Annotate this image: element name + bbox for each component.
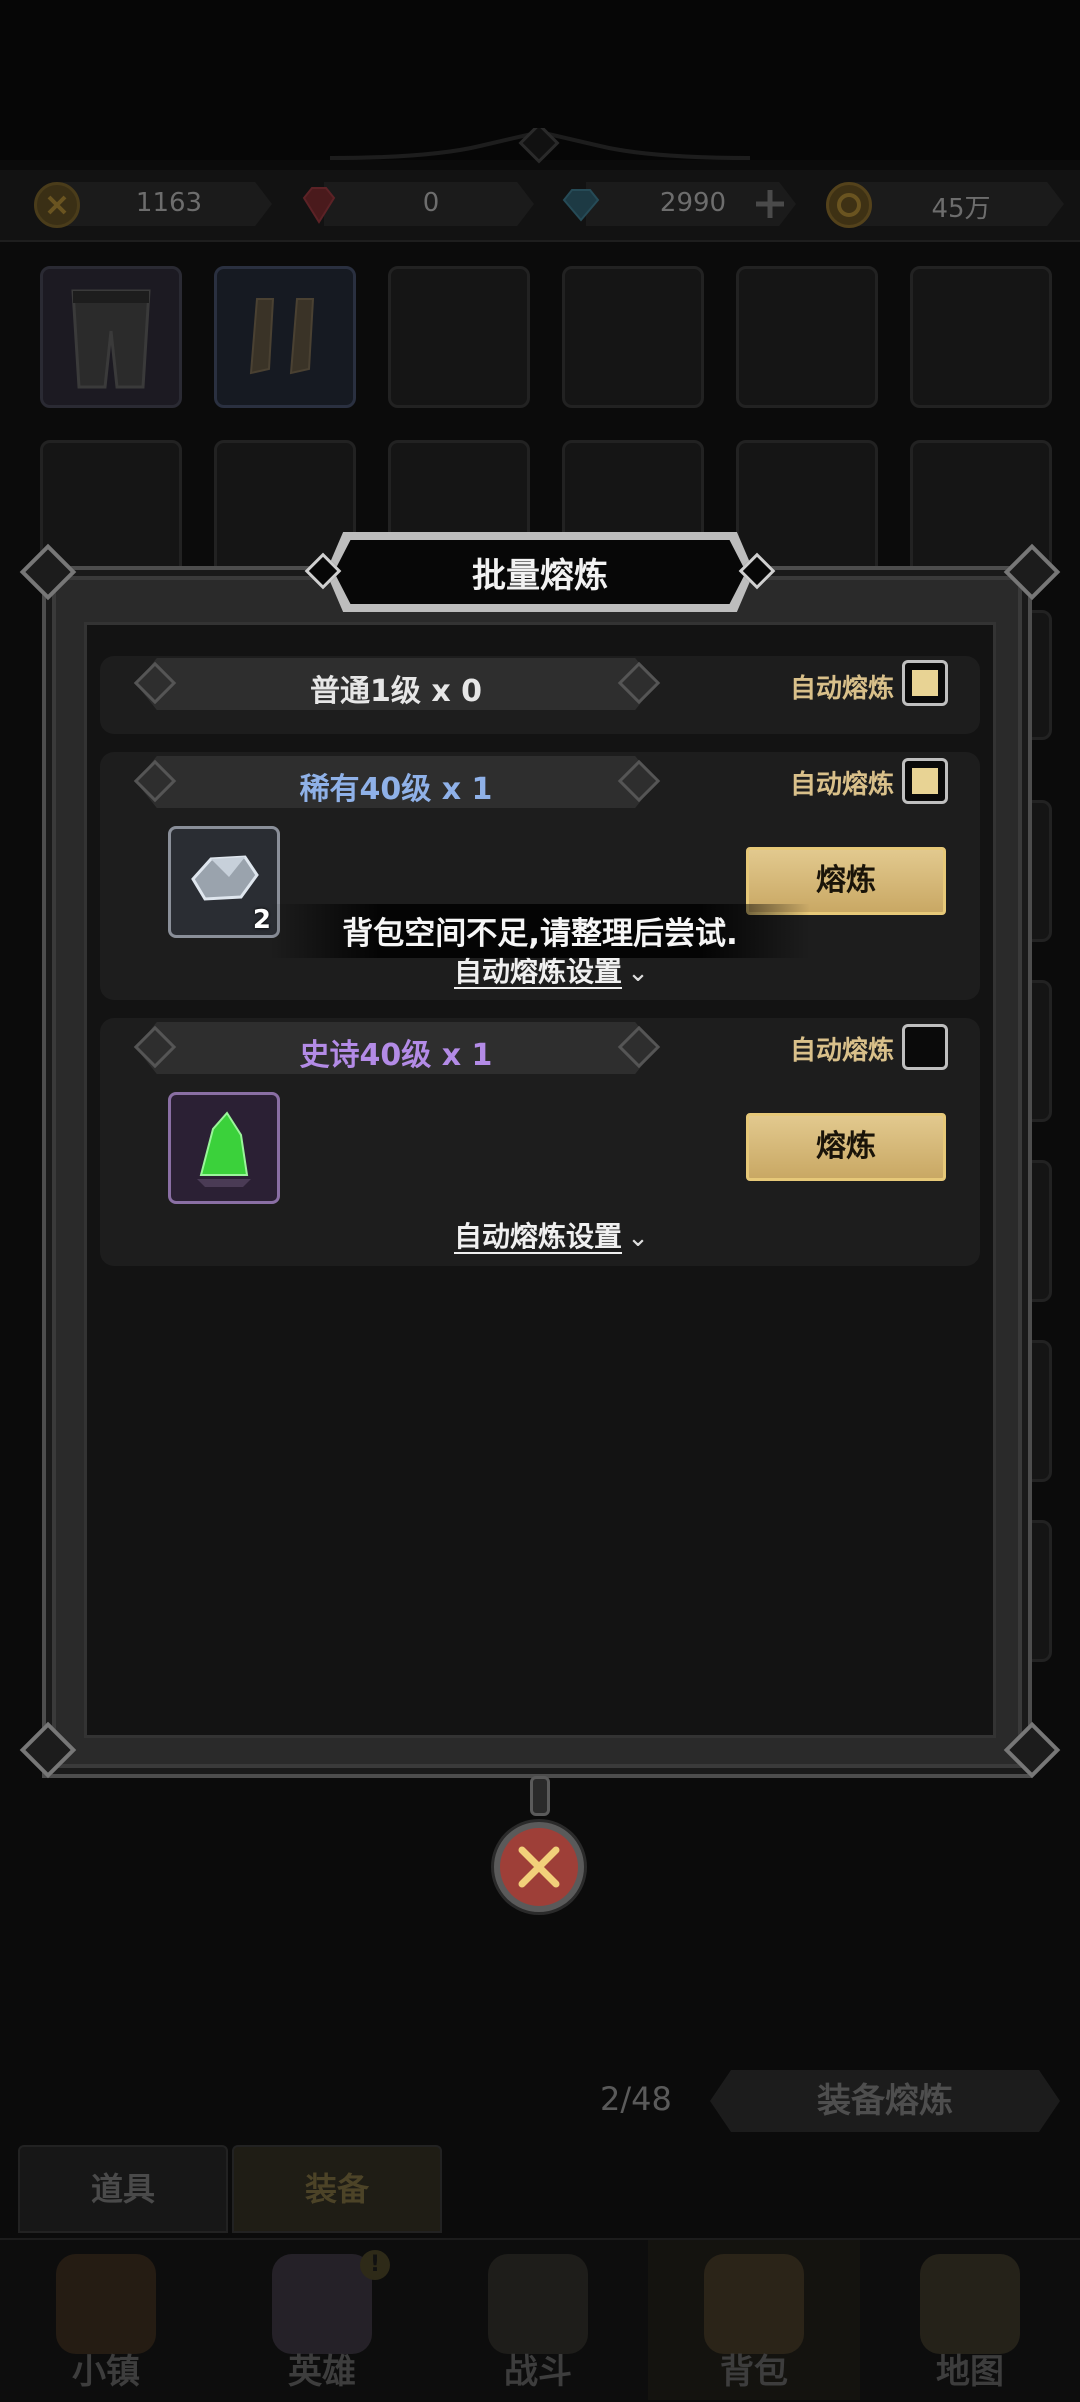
nav-town-label: 小镇 bbox=[72, 2352, 140, 2392]
inventory-slot-pants[interactable] bbox=[40, 266, 182, 408]
equipment-smelt-button[interactable]: 装备熔炼 bbox=[710, 2070, 1060, 2132]
tokens-value: 1163 bbox=[135, 188, 203, 218]
section-epic-banner: 史诗40级 x 1 bbox=[136, 1022, 656, 1074]
green-crystal-icon bbox=[197, 1111, 251, 1187]
section-common-banner: 普通1级 x 0 bbox=[136, 658, 656, 710]
inventory-slot-empty[interactable] bbox=[388, 266, 530, 408]
nav-backpack-label: 背包 bbox=[720, 2352, 788, 2392]
hero-icon bbox=[272, 2254, 372, 2354]
gold-value: 45万 bbox=[931, 194, 991, 224]
nav-battle[interactable]: 战斗 bbox=[432, 2240, 644, 2400]
ribbon-boots-icon bbox=[249, 298, 315, 375]
town-icon bbox=[56, 2254, 156, 2354]
nav-town[interactable]: 小镇 bbox=[0, 2240, 212, 2400]
auto-smelt-settings-label: 自动熔炼设置 bbox=[454, 955, 623, 988]
red-gem-icon bbox=[296, 182, 342, 228]
item-quantity: 2 bbox=[252, 905, 271, 935]
backpack-icon bbox=[704, 2254, 804, 2354]
inventory-slot-empty[interactable] bbox=[562, 266, 704, 408]
header-ornament bbox=[330, 128, 750, 164]
auto-smelt-checkbox-rare[interactable] bbox=[902, 758, 948, 804]
chevron-double-down-icon: ⌄ bbox=[627, 1223, 649, 1253]
auto-smelt-checkbox-common[interactable] bbox=[902, 660, 948, 706]
auto-smelt-label: 自动熔炼 bbox=[790, 770, 895, 800]
chevron-double-down-icon: ⌄ bbox=[627, 958, 649, 988]
auto-smelt-settings-label: 自动熔炼设置 bbox=[454, 1220, 623, 1253]
inventory-tabs: 道具 装备 bbox=[0, 2145, 1080, 2235]
auto-smelt-label: 自动熔炼 bbox=[790, 1036, 895, 1066]
map-scroll-icon bbox=[920, 2254, 1020, 2354]
nav-map-label: 地图 bbox=[936, 2352, 1004, 2392]
tab-items[interactable]: 道具 bbox=[18, 2145, 228, 2233]
red-gem-value: 0 bbox=[422, 188, 440, 218]
rare-ore-item[interactable]: 2 bbox=[168, 826, 280, 938]
section-rare-title: 稀有40级 x 1 bbox=[299, 772, 493, 807]
blue-diamond-icon bbox=[558, 182, 604, 228]
inventory-slot-boots[interactable] bbox=[214, 266, 356, 408]
close-button[interactable] bbox=[494, 1822, 584, 1912]
section-rare-banner: 稀有40级 x 1 bbox=[136, 756, 656, 808]
resource-tokens: 1163 bbox=[34, 182, 272, 228]
epic-crystal-item[interactable] bbox=[168, 1092, 280, 1204]
close-icon bbox=[518, 1846, 560, 1888]
inventory-slot-empty[interactable] bbox=[736, 266, 878, 408]
tab-equipment[interactable]: 装备 bbox=[232, 2145, 442, 2233]
nav-battle-label: 战斗 bbox=[504, 2352, 572, 2392]
nav-hero-label: 英雄 bbox=[288, 2352, 356, 2392]
nav-map[interactable]: 地图 bbox=[864, 2240, 1076, 2400]
hero-alert-badge: ! bbox=[360, 2250, 390, 2280]
add-diamond-icon[interactable] bbox=[752, 186, 788, 222]
auto-smelt-label: 自动熔炼 bbox=[790, 674, 895, 704]
equipment-smelt-label: 装备熔炼 bbox=[817, 2081, 953, 2121]
auto-smelt-checkbox-epic[interactable] bbox=[902, 1024, 948, 1070]
toast-message: 背包空间不足,请整理后尝试. bbox=[342, 916, 738, 952]
close-chain bbox=[530, 1776, 550, 1816]
gold-coin-icon bbox=[826, 182, 872, 228]
diamond-value: 2990 bbox=[659, 188, 727, 218]
smelt-button-epic[interactable]: 熔炼 bbox=[746, 1113, 946, 1181]
crossed-token-icon bbox=[34, 182, 80, 228]
dialog-title: 批量熔炼 bbox=[472, 556, 608, 596]
inventory-slot-empty[interactable] bbox=[910, 266, 1052, 408]
inventory-capacity: 2/48 bbox=[600, 2080, 672, 2118]
section-common-title: 普通1级 x 0 bbox=[310, 674, 482, 709]
section-epic-title: 史诗40级 x 1 bbox=[299, 1038, 493, 1073]
battle-swords-icon bbox=[488, 2254, 588, 2354]
resource-red-gem: 0 bbox=[296, 182, 534, 228]
auto-smelt-settings-epic[interactable]: 自动熔炼设置 ⌄ bbox=[454, 1215, 649, 1255]
nav-hero[interactable]: ! 英雄 bbox=[216, 2240, 428, 2400]
leather-pants-icon bbox=[71, 289, 151, 389]
nav-backpack[interactable]: 背包 bbox=[648, 2240, 860, 2400]
resource-gold: 45万 bbox=[826, 182, 1064, 228]
